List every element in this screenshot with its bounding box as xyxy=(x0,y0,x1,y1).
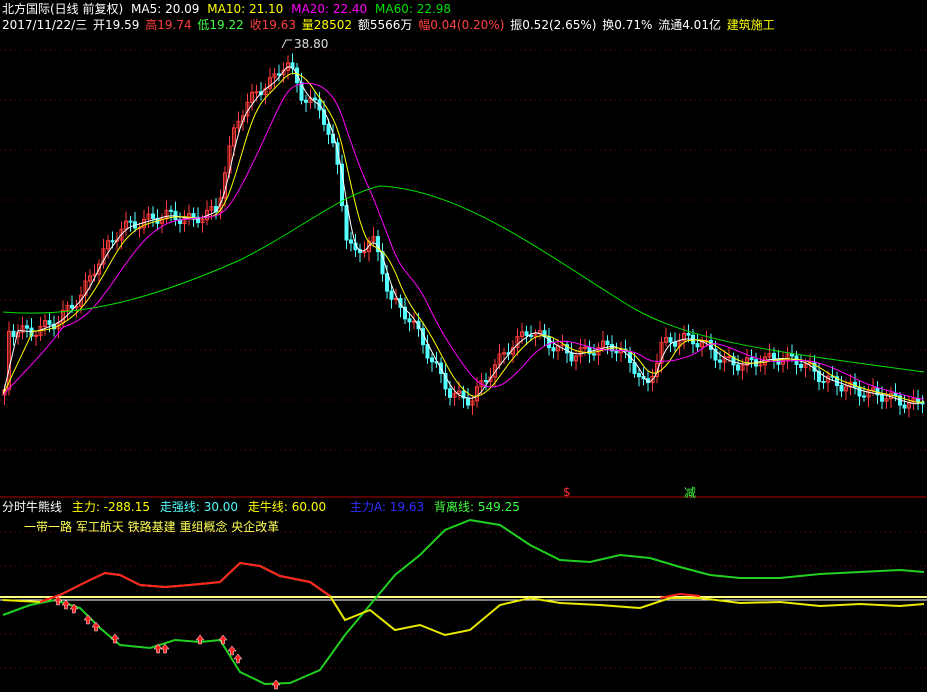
candle-body xyxy=(668,337,673,343)
candle-body xyxy=(448,388,452,398)
candle-body xyxy=(749,357,754,361)
candle-body xyxy=(799,363,803,368)
candle-body xyxy=(695,343,700,348)
candle-body xyxy=(340,163,344,207)
candle-body xyxy=(389,290,394,300)
candle-body xyxy=(34,334,38,337)
candle-body xyxy=(466,397,470,406)
candle-body xyxy=(25,325,29,329)
ma60-line xyxy=(2,185,925,373)
candle-body xyxy=(569,352,574,362)
candle-body xyxy=(632,362,637,375)
candle-body xyxy=(583,346,587,349)
candle-body xyxy=(547,336,551,349)
candle-body xyxy=(673,341,677,347)
buy-arrow-icon xyxy=(91,621,101,632)
buy-arrow-icon xyxy=(160,643,170,654)
buy-arrow-icon xyxy=(233,653,243,664)
candle-body xyxy=(407,318,412,323)
divergence-value: 背离线: 549.25 xyxy=(434,500,520,514)
candle-body xyxy=(614,350,619,354)
candle-body xyxy=(128,220,133,223)
high-price-pointer xyxy=(281,39,292,49)
candle-body xyxy=(524,331,529,336)
candle-body xyxy=(110,240,115,243)
candle-body xyxy=(686,332,691,336)
candle-body xyxy=(551,347,556,352)
ma5-line xyxy=(2,66,925,405)
candle-body xyxy=(880,394,884,402)
candle-body xyxy=(821,381,826,384)
high-price-label: 38.80 xyxy=(294,37,329,51)
buy-arrow-icon xyxy=(61,599,71,610)
candle-body xyxy=(637,373,641,378)
candle-body xyxy=(862,395,866,398)
buy-arrow-icon xyxy=(110,633,120,644)
candle-body xyxy=(857,386,862,397)
main-force-line xyxy=(2,561,925,637)
chart-window[interactable]: 北方国际(日线 前复权) MA5: 20.09 MA10: 21.10 MA20… xyxy=(0,0,927,692)
candle-body xyxy=(736,364,740,371)
candle-body xyxy=(151,213,155,219)
candle-body xyxy=(277,73,281,76)
candle-body xyxy=(718,359,722,363)
candle-body xyxy=(47,320,52,325)
candle-body xyxy=(169,209,173,212)
indicator-name[interactable]: 分时牛熊线 xyxy=(2,500,62,514)
candle-body xyxy=(430,357,434,363)
candle-body xyxy=(254,91,259,94)
candle-body xyxy=(902,404,907,409)
bull-line-value: 走牛线: 60.00 xyxy=(247,500,327,514)
candle-body xyxy=(344,205,349,241)
candle-body xyxy=(727,356,731,359)
buy-arrow-icon xyxy=(83,614,93,625)
candle-body xyxy=(11,330,16,338)
candle-body xyxy=(304,99,308,103)
candle-body xyxy=(349,239,353,244)
candle-body xyxy=(893,392,898,397)
candle-body xyxy=(326,123,331,135)
buy-arrow-icon xyxy=(271,679,281,690)
concept-tags: 一带一路 军工航天 铁路基建 重组概念 央企改革 xyxy=(24,520,280,534)
buy-arrow-icon xyxy=(218,634,228,645)
candle-body xyxy=(385,273,389,292)
main-force-a-value: 主力A: 19.63 xyxy=(349,500,425,514)
signal-reduce-marker: 减 xyxy=(684,486,697,500)
ma20-line xyxy=(2,82,925,400)
candle-body xyxy=(70,304,74,309)
candle-body xyxy=(191,213,196,218)
candle-body xyxy=(362,251,367,254)
candle-body xyxy=(839,384,844,392)
signal-s-marker: $ xyxy=(563,485,571,499)
strong-line-value: 走强线: 30.00 xyxy=(159,500,239,514)
chart-canvas[interactable] xyxy=(0,0,927,692)
candle-body xyxy=(592,353,596,356)
main-force-value: 主力: -288.15 xyxy=(71,500,151,514)
candle-body xyxy=(425,344,430,359)
candle-body xyxy=(529,334,533,337)
candle-body xyxy=(790,353,794,357)
candle-body xyxy=(605,340,610,346)
candle-body xyxy=(484,380,488,383)
candle-body xyxy=(772,352,776,360)
indicator-header: 分时牛熊线 主力: -288.15 走强线: 30.00 走牛线: 60.00 … xyxy=(2,500,526,514)
candle-body xyxy=(313,97,317,101)
